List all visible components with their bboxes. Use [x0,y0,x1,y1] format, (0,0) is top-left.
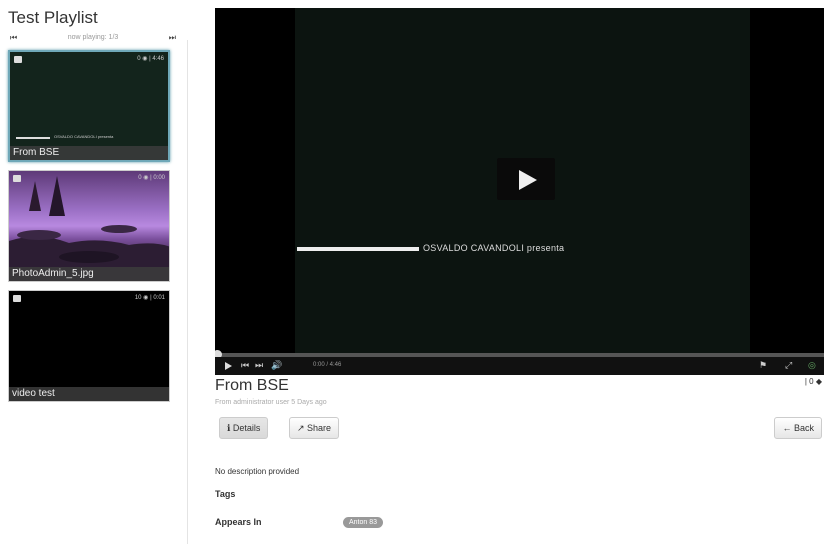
description-text: No description provided [215,467,300,476]
time-readout: 0:00 / 4:46 [313,362,342,368]
now-playing-status: now playing: 1/3 [67,34,119,41]
item-meta: 10 ◉ | 0:01 [134,295,165,301]
item-meta: 0 ◉ | 4:46 [137,56,164,62]
sidebar-divider [187,40,188,544]
fullscreen-icon[interactable]: ⤢ [785,360,792,371]
video-thumbnail: OSVALDO CAVANDOLI presenta [10,52,168,160]
image-icon [13,175,21,182]
playlist-item[interactable]: 10 ◉ | 0:01 video test [8,290,170,402]
playlist-items: OSVALDO CAVANDOLI presenta 0 ◉ | 4:46 Fr… [6,50,172,410]
playlist-sidebar: Test Playlist ⏮ now playing: 1/3 ⏭ OSVAL… [0,0,180,544]
next-icon[interactable]: ⏭ [255,360,263,371]
settings-icon[interactable]: ◎ [808,360,816,371]
play-icon [519,170,537,190]
tags-label: Tags [215,489,236,499]
video-meta: From administrator user 5 Days ago [215,399,327,406]
playlist-item[interactable]: 0 ◉ | 0:00 PhotoAdmin_5.jpg [8,170,170,282]
thumbnail-credit-text: OSVALDO CAVANDOLI presenta [54,134,114,139]
playlist-item[interactable]: OSVALDO CAVANDOLI presenta 0 ◉ | 4:46 Fr… [8,50,170,162]
video-title: From BSE [215,377,289,394]
back-button[interactable]: ← Back [774,417,822,439]
film-icon [13,295,21,302]
credit-bar [297,247,419,251]
item-caption: From BSE [10,146,168,160]
next-track-icon[interactable]: ⏭ [169,33,176,43]
details-button[interactable]: ℹ Details [219,417,269,439]
film-icon [14,56,22,63]
player-controls: ⏮ ⏭ 🔊 0:00 / 4:46 ⚑ ⤢ ◎ [215,357,824,375]
rating-count: | 0 ◆ [804,377,822,386]
item-meta: 0 ◉ | 0:00 [138,175,165,181]
playlist-nav: ⏮ now playing: 1/3 ⏭ [8,33,178,45]
rocks-illustration [9,176,169,281]
play-button[interactable] [497,158,555,200]
playlist-title: Test Playlist [8,8,98,27]
previous-icon[interactable]: ⏮ [241,360,249,371]
item-caption: PhotoAdmin_5.jpg [9,267,169,281]
flag-icon[interactable]: ⚑ [759,360,767,371]
appears-in-label: Appears In [215,517,262,527]
share-button[interactable]: ↗ Share [289,417,340,439]
volume-icon[interactable]: 🔊 [271,360,282,371]
video-thumbnail [9,291,169,401]
item-caption: video test [9,387,169,401]
appears-in-tag[interactable]: Anton 83 [343,517,384,528]
play-icon[interactable] [225,362,232,370]
image-thumbnail [9,171,169,281]
video-player[interactable]: OSVALDO CAVANDOLI presenta ⏮ ⏭ 🔊 0:00 / … [215,8,824,375]
app-root: Test Playlist ⏮ now playing: 1/3 ⏭ OSVAL… [0,0,824,544]
video-credit-text: OSVALDO CAVANDOLI presenta [423,243,565,253]
